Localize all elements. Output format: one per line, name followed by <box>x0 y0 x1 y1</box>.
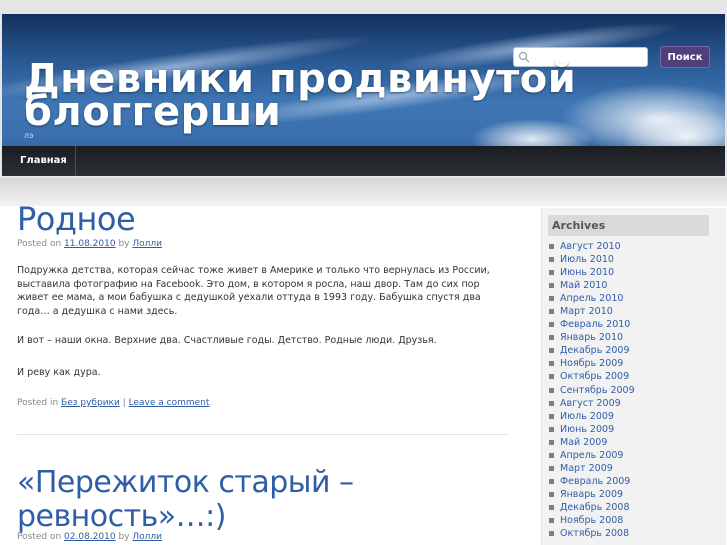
post-title[interactable]: «Пережиток старый – ревность»…:) <box>17 466 354 534</box>
archives-list: Август 2010 Июль 2010 Июнь 2010 Май 2010 Апр… <box>548 240 635 540</box>
archive-link[interactable]: Февраль 2010 <box>548 318 635 331</box>
archive-link[interactable]: Июнь 2010 <box>548 266 635 279</box>
post-paragraph: И реву как дура. <box>17 367 101 378</box>
archives-heading: Archives <box>548 215 709 236</box>
archive-link[interactable]: Май 2009 <box>548 436 635 449</box>
archive-link[interactable]: Декабрь 2009 <box>548 344 635 357</box>
post-author-link[interactable]: Лолли <box>132 239 162 249</box>
meta-prefix: Posted on <box>17 532 62 542</box>
post-title[interactable]: Родное <box>17 199 136 239</box>
archive-link[interactable]: Июль 2010 <box>548 253 635 266</box>
archive-link[interactable]: Апрель 2009 <box>548 449 635 462</box>
post-title-line: «Пережиток старый – <box>17 465 354 500</box>
post-footer: Posted in Без рубрики | Leave a comment <box>17 398 209 408</box>
post-meta: Posted on 02.08.2010 by Лолли <box>17 532 162 542</box>
archive-link[interactable]: Март 2009 <box>548 462 635 475</box>
archive-link[interactable]: Май 2010 <box>548 279 635 292</box>
post-date-link[interactable]: 02.08.2010 <box>64 532 116 542</box>
site-title[interactable]: Дневники продвинутой блоггерши <box>24 59 624 132</box>
archive-link[interactable]: Август 2010 <box>548 240 635 253</box>
archive-link[interactable]: Ноябрь 2008 <box>548 514 635 527</box>
archive-link[interactable]: Июнь 2009 <box>548 423 635 436</box>
post-author-link[interactable]: Лолли <box>132 532 162 542</box>
meta-prefix: Posted on <box>17 239 62 249</box>
post-paragraph: И вот – наши окна. Верхние два. Счастлив… <box>17 335 437 346</box>
post-paragraph: Подружка детства, которая сейчас тоже жи… <box>17 265 490 317</box>
site-tagline: лэ <box>24 131 34 140</box>
post-meta: Posted on 11.08.2010 by Лолли <box>17 239 162 249</box>
archive-link[interactable]: Декабрь 2008 <box>548 501 635 514</box>
archive-link[interactable]: Март 2010 <box>548 305 635 318</box>
archive-link[interactable]: Сентябрь 2009 <box>548 384 635 397</box>
main-nav: Главная <box>2 146 725 176</box>
footer-prefix: Posted in <box>17 398 59 408</box>
meta-by: by <box>118 532 130 542</box>
archive-link[interactable]: Январь 2009 <box>548 488 635 501</box>
archive-link[interactable]: Январь 2010 <box>548 331 635 344</box>
archive-link[interactable]: Август 2009 <box>548 397 635 410</box>
archive-link[interactable]: Октябрь 2009 <box>548 370 635 383</box>
category-link[interactable]: Без рубрики <box>61 398 120 408</box>
leave-comment-link[interactable]: Leave a comment <box>129 398 210 408</box>
meta-by: by <box>118 239 130 249</box>
search-button[interactable]: Поиск <box>660 46 710 68</box>
site-header: Поиск Дневники продвинутой блоггерши лэ … <box>2 14 725 176</box>
archive-link[interactable]: Февраль 2009 <box>548 475 635 488</box>
post-date-link[interactable]: 11.08.2010 <box>64 239 116 249</box>
archive-link[interactable]: Июль 2009 <box>548 410 635 423</box>
archive-link[interactable]: Ноябрь 2009 <box>548 357 635 370</box>
archive-link[interactable]: Октябрь 2008 <box>548 527 635 540</box>
archive-link[interactable]: Апрель 2010 <box>548 292 635 305</box>
nav-item-home[interactable]: Главная <box>12 146 76 176</box>
post-divider <box>17 434 509 435</box>
post-title-line: ревность»…:) <box>17 499 226 534</box>
footer-separator: | <box>122 398 126 408</box>
